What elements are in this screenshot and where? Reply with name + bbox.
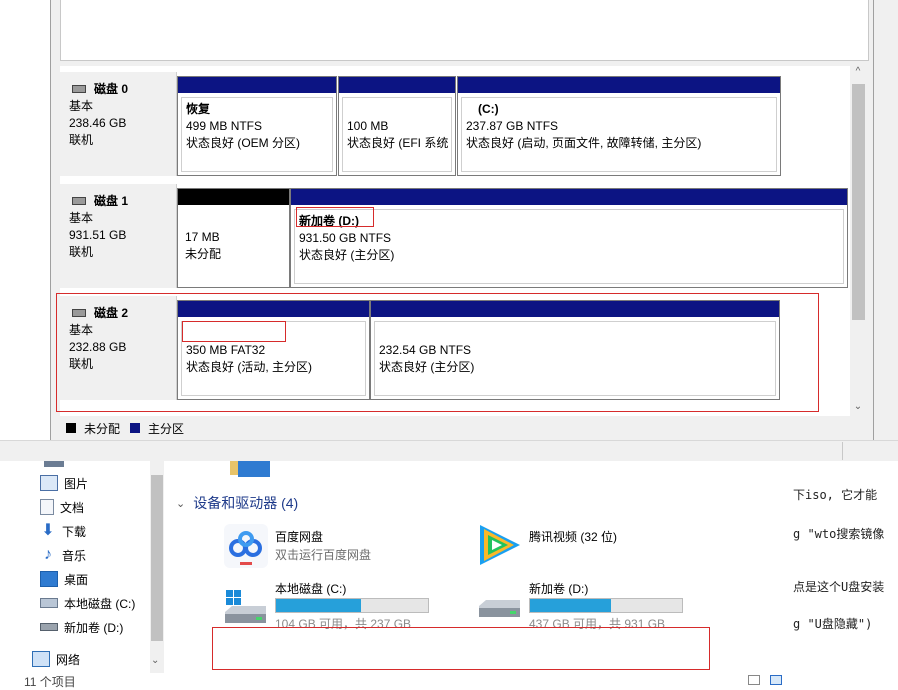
background-text-line: 下iso, 它才能	[793, 488, 878, 502]
disk-management-status-bar	[0, 440, 898, 461]
details-view-icon[interactable]	[748, 675, 760, 685]
nav-item-music[interactable]: ♪ 音乐	[40, 544, 86, 566]
scroll-up-icon[interactable]: ^	[850, 66, 866, 77]
partition-c[interactable]: (C:) 237.87 GB NTFS 状态良好 (启动, 页面文件, 故障转储…	[457, 76, 781, 176]
partition-d[interactable]: 新加卷 (D:) 931.50 GB NTFS 状态良好 (主分区)	[290, 188, 848, 288]
disk-1-meta: 基本 931.51 GB 联机	[69, 211, 127, 259]
drive-d-icon[interactable]	[476, 596, 524, 626]
folder-icon	[230, 461, 270, 477]
nav-item-pictures[interactable]: 图片	[40, 472, 88, 494]
chevron-down-icon[interactable]: ⌄	[151, 655, 159, 666]
nav-item-desktop[interactable]: 桌面	[40, 568, 88, 590]
unallocated-swatch	[66, 423, 76, 433]
highlight-box-d-label	[296, 207, 374, 227]
volume-list-pane[interactable]	[60, 0, 869, 61]
disk-0-label[interactable]: 磁盘 0 基本 238.46 GB 联机	[60, 72, 177, 176]
baidu-netdisk-icon[interactable]	[222, 522, 270, 570]
drive-name[interactable]: 本地磁盘 (C:)	[275, 580, 346, 597]
drive-c-icon[interactable]	[222, 590, 270, 628]
drive-icon	[40, 598, 58, 608]
status-separator	[842, 442, 843, 460]
scrollbar-thumb[interactable]	[852, 84, 865, 320]
nav-item-drive-c[interactable]: 本地磁盘 (C:)	[40, 592, 135, 614]
drive-c-capacity-bar	[275, 598, 429, 613]
capacity-fill	[530, 599, 611, 612]
music-icon: ♪	[44, 546, 52, 563]
documents-icon	[40, 499, 54, 515]
partition-unallocated[interactable]: 17 MB 未分配	[177, 188, 290, 288]
drive-d-capacity-bar	[529, 598, 683, 613]
item-count: 11 个项目	[24, 675, 76, 689]
background-text-line: g "wto搜索镜像	[793, 527, 885, 541]
disk-drive-icon	[72, 84, 86, 93]
background-text-line: 点是这个U盘安装	[793, 580, 885, 594]
partition-bar	[458, 77, 780, 93]
device-name[interactable]: 百度网盘	[275, 528, 323, 545]
partition-recovery[interactable]: 恢复 499 MB NTFS 状态良好 (OEM 分区)	[177, 76, 337, 176]
partition-bar	[178, 77, 336, 93]
disk-1-label[interactable]: 磁盘 1 基本 931.51 GB 联机	[60, 184, 177, 288]
disk-drive-icon	[72, 196, 86, 205]
partition-bar	[178, 189, 289, 205]
partition-bar	[339, 77, 455, 93]
disk-0-meta: 基本 238.46 GB 联机	[69, 99, 127, 147]
nav-item-network[interactable]: 网络	[32, 648, 80, 670]
disk-1-title: 磁盘 1	[72, 192, 128, 209]
nav-item-documents[interactable]: 文档	[40, 496, 84, 518]
background-text-line: g "U盘隐藏")	[793, 617, 873, 631]
nav-item-downloads[interactable]: ⬇ 下载	[40, 520, 86, 542]
device-subtitle: 双击运行百度网盘	[275, 548, 372, 562]
scroll-down-icon[interactable]: ⌄	[850, 401, 866, 412]
chevron-down-icon: ⌄	[176, 497, 186, 510]
tiles-view-icon[interactable]	[770, 675, 782, 685]
devices-section-header[interactable]: ⌄ 设备和驱动器 (4)	[176, 493, 298, 513]
left-background-strip	[0, 0, 50, 442]
nav-scrollbar-thumb[interactable]	[151, 475, 163, 641]
nav-item-drive-d[interactable]: 新加卷 (D:)	[40, 616, 123, 638]
partition-bar	[291, 189, 847, 205]
primary-swatch	[130, 423, 141, 433]
tencent-video-icon[interactable]	[474, 521, 524, 569]
partition-legend: 未分配 主分区	[60, 418, 856, 438]
partition-efi[interactable]: 100 MB 状态良好 (EFI 系统	[338, 76, 456, 176]
highlight-box-disk-2	[56, 293, 819, 412]
download-icon: ⬇	[41, 522, 55, 539]
network-icon	[32, 651, 50, 667]
drive-icon	[40, 623, 58, 631]
video-folder-icon	[44, 461, 64, 467]
drive-name[interactable]: 新加卷 (D:)	[529, 580, 588, 597]
disk-0-title: 磁盘 0	[72, 80, 128, 97]
capacity-fill	[276, 599, 362, 612]
device-name[interactable]: 腾讯视频 (32 位)	[529, 528, 617, 545]
pictures-icon	[40, 475, 58, 491]
desktop-icon	[40, 571, 58, 587]
highlight-box-empty-area	[212, 627, 710, 670]
